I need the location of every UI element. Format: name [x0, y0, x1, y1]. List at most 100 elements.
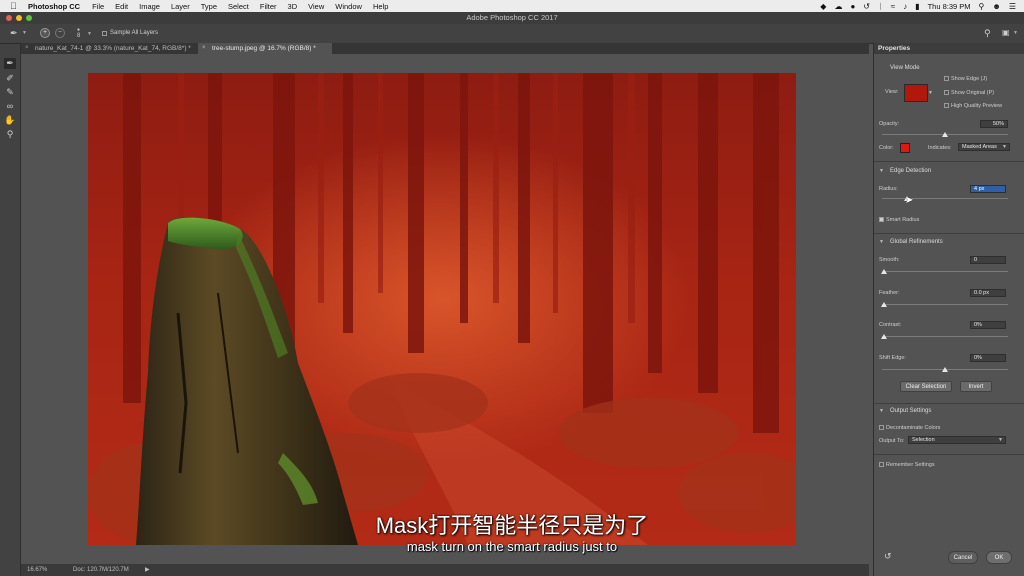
workspace-icon[interactable]: ▣ — [1002, 28, 1010, 37]
time-machine-icon[interactable]: ↺ — [863, 2, 870, 11]
clear-selection-button[interactable]: Clear Selection — [900, 381, 952, 392]
smooth-field[interactable]: 0 — [970, 256, 1006, 264]
menu-window[interactable]: Window — [335, 2, 362, 11]
menu-select[interactable]: Select — [228, 2, 249, 11]
brush-tool-preset-icon[interactable]: ✒ — [10, 28, 18, 39]
brush-size-chevron-icon[interactable]: ▼ — [87, 31, 92, 37]
cloud-icon[interactable]: ☁ — [834, 2, 842, 11]
shift-edge-slider-knob[interactable] — [942, 367, 948, 372]
invert-button[interactable]: Invert — [960, 381, 992, 392]
cancel-button[interactable]: Cancel — [948, 551, 978, 564]
feather-field[interactable]: 0.0 px — [970, 289, 1006, 297]
reset-icon[interactable]: ↺ — [884, 551, 892, 562]
zoom-level[interactable]: 16.67% — [27, 564, 47, 576]
contrast-field[interactable]: 0% — [970, 321, 1006, 329]
feather-slider-track[interactable] — [882, 304, 1008, 305]
status-menu-chevron-icon[interactable]: ▶ — [145, 564, 150, 576]
menu-layer[interactable]: Layer — [171, 2, 190, 11]
menu-image[interactable]: Image — [139, 2, 160, 11]
apple-icon[interactable]:  — [10, 1, 20, 11]
minimize-window-icon[interactable] — [16, 15, 22, 21]
battery-icon[interactable]: ▮ — [915, 2, 919, 11]
brush-size-value[interactable]: 8 — [77, 33, 80, 39]
edge-detection-collapse-icon[interactable]: ▼ — [879, 168, 884, 174]
menu-view[interactable]: View — [308, 2, 324, 11]
remember-settings-label: Remember Settings — [886, 462, 935, 468]
ok-button[interactable]: OK — [986, 551, 1012, 564]
close-window-icon[interactable] — [6, 15, 12, 21]
tab-tree-stump[interactable]: × tree-stump.jpeg @ 16.7% (RGB/8) * — [198, 43, 332, 54]
refine-edge-brush-icon[interactable]: ✐ — [4, 73, 16, 84]
shift-edge-field[interactable]: 0% — [970, 354, 1006, 362]
spotlight-icon[interactable]: ⚲ — [979, 2, 985, 11]
divider — [874, 454, 1024, 455]
tab-label: nature_Kat_74-1 @ 33.3% (nature_Kat_74, … — [35, 45, 191, 52]
output-settings-collapse-icon[interactable]: ▼ — [879, 408, 884, 414]
subtract-from-selection-icon[interactable]: − — [55, 28, 65, 38]
menu-file[interactable]: File — [92, 2, 104, 11]
tab-nature-kat[interactable]: × nature_Kat_74-1 @ 33.3% (nature_Kat_74… — [21, 43, 211, 54]
menu-help[interactable]: Help — [373, 2, 388, 11]
output-settings-title: Output Settings — [890, 408, 932, 414]
masked-forest-image[interactable] — [88, 73, 796, 545]
user-icon[interactable]: ☻ — [992, 2, 1000, 11]
document-tabs: × nature_Kat_74-1 @ 33.3% (nature_Kat_74… — [21, 43, 869, 54]
radius-field[interactable]: 4 px — [970, 185, 1006, 193]
smooth-slider-knob[interactable] — [881, 269, 887, 274]
menu-3d[interactable]: 3D — [288, 2, 298, 11]
remember-settings-checkbox[interactable] — [879, 462, 884, 467]
divider — [874, 233, 1024, 234]
feather-slider-knob[interactable] — [881, 302, 887, 307]
opacity-field[interactable]: 50% — [980, 120, 1008, 128]
overlay-color-swatch[interactable] — [900, 143, 910, 153]
indicates-select[interactable]: Masked Areas ▼ — [958, 143, 1010, 151]
search-icon[interactable]: ⚲ — [984, 28, 991, 39]
indicates-value: Masked Areas — [962, 144, 997, 150]
output-to-chevron-icon: ▼ — [998, 437, 1003, 443]
hand-tool-icon[interactable]: ✋ — [4, 115, 16, 126]
smart-radius-label: Smart Radius — [886, 217, 920, 223]
tab-close-icon[interactable]: × — [25, 43, 29, 54]
global-refinements-collapse-icon[interactable]: ▼ — [879, 239, 884, 245]
workspace-chevron-icon[interactable]: ▼ — [1013, 30, 1018, 36]
contrast-slider-knob[interactable] — [881, 334, 887, 339]
quick-selection-tool-icon[interactable]: ✒ — [4, 58, 16, 69]
radius-slider-track[interactable] — [882, 198, 1008, 199]
view-mode-chevron-icon[interactable]: ▼ — [928, 90, 933, 96]
radius-label: Radius: — [879, 186, 898, 192]
preset-chevron-icon[interactable]: ▼ — [22, 30, 27, 36]
smooth-label: Smooth: — [879, 257, 900, 263]
document-canvas[interactable] — [88, 73, 796, 545]
smart-radius-checkbox[interactable] — [879, 217, 884, 222]
smooth-slider-track[interactable] — [882, 271, 1008, 272]
show-original-checkbox[interactable] — [944, 90, 949, 95]
menu-clock[interactable]: Thu 8:39 PM — [928, 2, 971, 11]
sample-all-layers-checkbox[interactable] — [102, 31, 107, 36]
window-title: Adobe Photoshop CC 2017 — [466, 13, 558, 22]
add-to-selection-icon[interactable]: + — [40, 28, 50, 38]
bluetooth-icon[interactable]: ᛁ — [878, 2, 883, 11]
window-title-bar: Adobe Photoshop CC 2017 — [0, 12, 1024, 24]
menu-list-icon[interactable]: ☰ — [1009, 2, 1016, 11]
menu-edit[interactable]: Edit — [115, 2, 128, 11]
brush-tool-icon[interactable]: ✎ — [4, 87, 16, 98]
zoom-window-icon[interactable] — [26, 15, 32, 21]
decontaminate-colors-checkbox[interactable] — [879, 425, 884, 430]
dropbox-icon[interactable]: ◆ — [820, 2, 826, 11]
mouse-cursor-icon: ➤ — [905, 195, 914, 206]
wifi-icon[interactable]: ≈ — [891, 2, 895, 11]
view-mode-thumbnail[interactable] — [904, 84, 928, 102]
opacity-slider-knob[interactable] — [942, 132, 948, 137]
menu-app-name[interactable]: Photoshop CC — [28, 2, 80, 11]
show-edge-checkbox[interactable] — [944, 76, 949, 81]
volume-icon[interactable]: ♪ — [903, 2, 907, 11]
output-to-select[interactable]: Selection ▼ — [908, 436, 1006, 444]
contrast-slider-track[interactable] — [882, 336, 1008, 337]
high-quality-preview-checkbox[interactable] — [944, 103, 949, 108]
tab-close-icon[interactable]: × — [202, 43, 206, 54]
zoom-tool-icon[interactable]: ⚲ — [4, 129, 16, 140]
lasso-tool-icon[interactable]: ∞ — [4, 101, 16, 112]
menu-filter[interactable]: Filter — [260, 2, 277, 11]
menu-type[interactable]: Type — [201, 2, 217, 11]
record-icon[interactable]: ● — [850, 2, 855, 11]
